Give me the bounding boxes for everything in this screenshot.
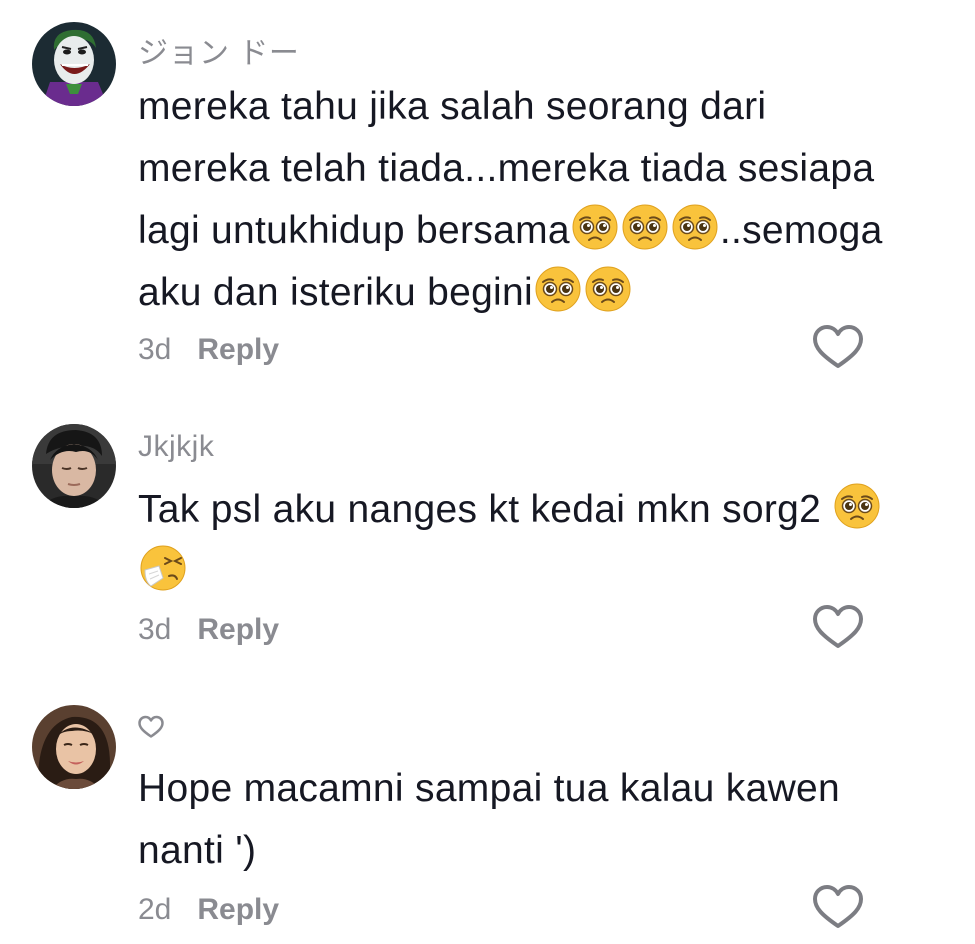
comment-text-segment: aku dan isteriku begini <box>138 271 533 314</box>
comment-text-line: Tak psl aku nanges kt kedai mkn sorg2 <box>138 479 948 541</box>
comment-text-segment: ..semoga <box>719 209 883 252</box>
comment-timestamp: 3d <box>138 613 172 646</box>
pleading-face-emoji <box>671 203 719 251</box>
comment-text-line: mereka tahu jika salah seorang dari <box>138 85 767 128</box>
comment-text-line: mereka telah tiada...mereka tiada sesiap… <box>138 147 875 190</box>
pleading-face-emoji <box>621 203 669 251</box>
comment-text-line: nanti ') <box>138 829 257 872</box>
comment-text-line: aku dan isteriku begini <box>138 262 948 324</box>
girl-avatar[interactable] <box>32 705 116 789</box>
comment-username[interactable]: Jkjkjk <box>138 430 214 464</box>
comment-text-segment: lagi untukhidup bersama <box>138 209 570 252</box>
comment-text: mereka tahu jika salah seorang dari mere… <box>138 76 948 324</box>
comment-meta: 2d Reply <box>138 893 279 927</box>
comment-meta: 3d Reply <box>138 613 279 647</box>
small-heart-icon <box>138 715 164 739</box>
comment-username[interactable]: ジョン ドー <box>138 28 299 72</box>
reply-button[interactable]: Reply <box>197 613 279 646</box>
comment-meta: 3d Reply <box>138 333 279 367</box>
like-heart-icon[interactable] <box>812 604 864 650</box>
pleading-face-emoji <box>571 203 619 251</box>
pleading-face-emoji <box>584 265 632 313</box>
reply-button[interactable]: Reply <box>197 333 279 366</box>
pleading-face-emoji <box>534 265 582 313</box>
comment-text-line <box>138 541 948 603</box>
reply-button[interactable]: Reply <box>197 893 279 926</box>
comment-text: Tak psl aku nanges kt kedai mkn sorg2 <box>138 479 948 603</box>
joker-avatar[interactable] <box>32 22 116 106</box>
comment-text-line: Hope macamni sampai tua kalau kawen <box>138 767 841 810</box>
comment-timestamp: 3d <box>138 333 172 366</box>
sneezing-face-emoji <box>139 544 187 592</box>
pleading-face-emoji <box>833 482 881 530</box>
like-heart-icon[interactable] <box>812 884 864 930</box>
comment-text-line: lagi untukhidup bersama ..semoga <box>138 200 948 262</box>
comment-text-segment: Tak psl aku nanges kt kedai mkn sorg2 <box>138 488 833 531</box>
like-heart-icon[interactable] <box>812 324 864 370</box>
comment-timestamp: 2d <box>138 893 172 926</box>
comment-text: Hope macamni sampai tua kalau kawen nant… <box>138 758 948 882</box>
person-avatar[interactable] <box>32 424 116 508</box>
